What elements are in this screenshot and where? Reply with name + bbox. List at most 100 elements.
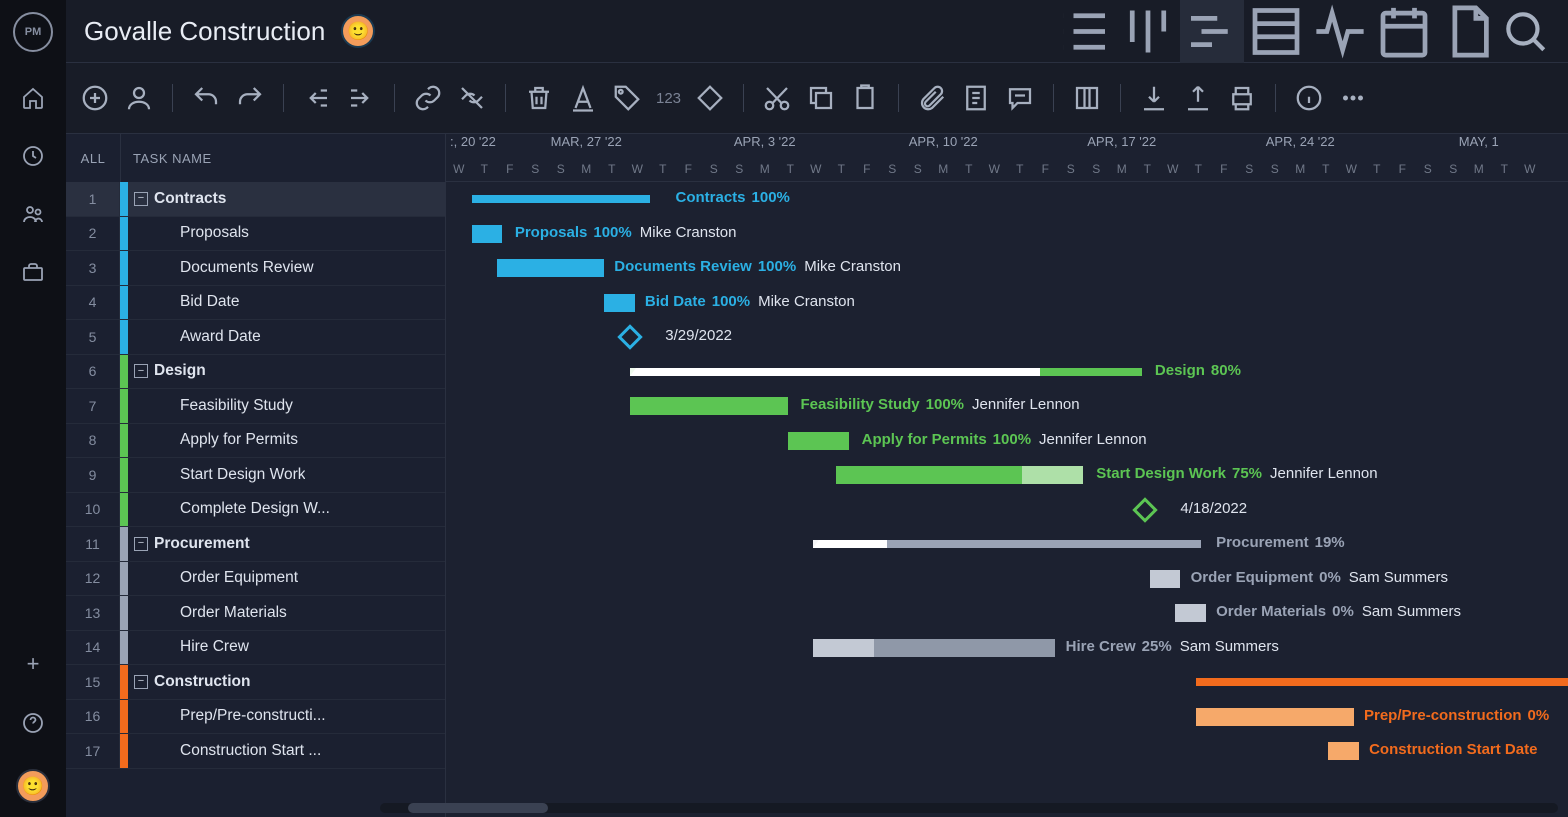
gantt-bar[interactable] bbox=[1328, 742, 1359, 760]
view-list-icon[interactable] bbox=[1052, 0, 1116, 63]
gantt-row: Feasibility Study100%Jennifer Lennon bbox=[446, 389, 1568, 424]
task-row[interactable]: 16Prep/Pre-constructi... bbox=[66, 700, 445, 735]
gantt-bar[interactable] bbox=[836, 466, 1083, 484]
attachment-icon[interactable] bbox=[917, 83, 947, 113]
timeline-day-label: F bbox=[854, 156, 880, 182]
app-logo[interactable]: PM bbox=[13, 12, 53, 52]
gantt-bar[interactable] bbox=[1196, 678, 1568, 686]
milestone-diamond[interactable] bbox=[1132, 497, 1157, 522]
timeline-day-label: T bbox=[1364, 156, 1390, 182]
briefcase-icon[interactable] bbox=[21, 260, 45, 284]
task-color-bar bbox=[120, 251, 128, 285]
column-header-taskname[interactable]: TASK NAME bbox=[121, 151, 212, 166]
more-icon[interactable] bbox=[1338, 83, 1368, 113]
timeline-day-label: S bbox=[1237, 156, 1263, 182]
gantt-bar[interactable] bbox=[604, 294, 635, 312]
gantt-bar[interactable] bbox=[813, 540, 1201, 548]
gantt-bar[interactable] bbox=[813, 639, 1055, 657]
view-gantt-icon[interactable] bbox=[1180, 0, 1244, 63]
view-activity-icon[interactable] bbox=[1308, 0, 1372, 63]
task-row[interactable]: 15−Construction bbox=[66, 665, 445, 700]
help-icon[interactable] bbox=[21, 711, 45, 735]
search-icon[interactable] bbox=[1500, 6, 1550, 56]
view-sheet-icon[interactable] bbox=[1244, 0, 1308, 63]
copy-icon[interactable] bbox=[806, 83, 836, 113]
print-icon[interactable] bbox=[1227, 83, 1257, 113]
column-header-all[interactable]: ALL bbox=[66, 151, 120, 166]
redo-icon[interactable] bbox=[235, 83, 265, 113]
clock-icon[interactable] bbox=[21, 144, 45, 168]
columns-icon[interactable] bbox=[1072, 83, 1102, 113]
view-file-icon[interactable] bbox=[1436, 0, 1500, 63]
gantt-bar[interactable] bbox=[788, 432, 849, 450]
gantt-bar[interactable] bbox=[1196, 708, 1354, 726]
assign-icon[interactable] bbox=[124, 83, 154, 113]
task-name-label: Apply for Permits bbox=[180, 431, 298, 449]
team-icon[interactable] bbox=[21, 202, 45, 226]
gantt-bar-label: Construction Start Date bbox=[1369, 741, 1537, 758]
timeline-day-label: T bbox=[650, 156, 676, 182]
milestone-diamond[interactable] bbox=[617, 324, 642, 349]
gantt-bar[interactable] bbox=[472, 225, 503, 243]
gantt-bar[interactable] bbox=[630, 368, 1143, 376]
task-row[interactable]: 14Hire Crew bbox=[66, 631, 445, 666]
task-row[interactable]: 4Bid Date bbox=[66, 286, 445, 321]
unlink-icon[interactable] bbox=[457, 83, 487, 113]
gantt-bar-label: Proposals100%Mike Cranston bbox=[515, 224, 737, 241]
collapse-icon[interactable]: − bbox=[134, 364, 148, 378]
cut-icon[interactable] bbox=[762, 83, 792, 113]
home-icon[interactable] bbox=[21, 86, 45, 110]
link-icon[interactable] bbox=[413, 83, 443, 113]
milestone-icon[interactable] bbox=[695, 83, 725, 113]
timeline-day-label: T bbox=[778, 156, 804, 182]
user-avatar[interactable]: 🙂 bbox=[16, 769, 50, 803]
task-row[interactable]: 3Documents Review bbox=[66, 251, 445, 286]
task-row[interactable]: 8Apply for Permits bbox=[66, 424, 445, 459]
indent-icon[interactable] bbox=[346, 83, 376, 113]
outdent-icon[interactable] bbox=[302, 83, 332, 113]
gantt-bar[interactable] bbox=[1150, 570, 1181, 588]
horizontal-scrollbar[interactable] bbox=[380, 803, 1558, 813]
task-name-label: Bid Date bbox=[180, 293, 239, 311]
import-icon[interactable] bbox=[1139, 83, 1169, 113]
task-row[interactable]: 13Order Materials bbox=[66, 596, 445, 631]
export-icon[interactable] bbox=[1183, 83, 1213, 113]
task-color-bar bbox=[120, 734, 128, 768]
comment-icon[interactable] bbox=[1005, 83, 1035, 113]
view-board-icon[interactable] bbox=[1116, 0, 1180, 63]
task-color-bar bbox=[120, 424, 128, 458]
notes-icon[interactable] bbox=[961, 83, 991, 113]
task-number: 2 bbox=[66, 217, 120, 251]
task-row[interactable]: 17Construction Start ... bbox=[66, 734, 445, 769]
add-task-icon[interactable] bbox=[80, 83, 110, 113]
gantt-bar[interactable] bbox=[472, 195, 651, 203]
task-row[interactable]: 9Start Design Work bbox=[66, 458, 445, 493]
collapse-icon[interactable]: − bbox=[134, 192, 148, 206]
info-icon[interactable] bbox=[1294, 83, 1324, 113]
timeline-day-label: M bbox=[1288, 156, 1314, 182]
task-row[interactable]: 10Complete Design W... bbox=[66, 493, 445, 528]
tag-icon[interactable] bbox=[612, 83, 642, 113]
gantt-bar[interactable] bbox=[497, 259, 604, 277]
task-row[interactable]: 2Proposals bbox=[66, 217, 445, 252]
collapse-icon[interactable]: − bbox=[134, 537, 148, 551]
task-row[interactable]: 6−Design bbox=[66, 355, 445, 390]
task-row[interactable]: 11−Procurement bbox=[66, 527, 445, 562]
project-owner-avatar[interactable]: 🙂 bbox=[341, 14, 375, 48]
undo-icon[interactable] bbox=[191, 83, 221, 113]
gantt-bar[interactable] bbox=[1175, 604, 1206, 622]
delete-icon[interactable] bbox=[524, 83, 554, 113]
timeline-day-label: S bbox=[1441, 156, 1467, 182]
paste-icon[interactable] bbox=[850, 83, 880, 113]
font-icon[interactable] bbox=[568, 83, 598, 113]
task-row[interactable]: 1−Contracts bbox=[66, 182, 445, 217]
task-row[interactable]: 12Order Equipment bbox=[66, 562, 445, 597]
task-row[interactable]: 7Feasibility Study bbox=[66, 389, 445, 424]
gantt-bar[interactable] bbox=[630, 397, 788, 415]
collapse-icon[interactable]: − bbox=[134, 675, 148, 689]
view-calendar-icon[interactable] bbox=[1372, 0, 1436, 63]
add-icon[interactable]: + bbox=[27, 651, 40, 677]
task-name-label: Procurement bbox=[154, 535, 250, 553]
task-row[interactable]: 5Award Date bbox=[66, 320, 445, 355]
gantt-chart[interactable]: :, 20 '22MAR, 27 '22APR, 3 '22APR, 10 '2… bbox=[446, 134, 1568, 817]
